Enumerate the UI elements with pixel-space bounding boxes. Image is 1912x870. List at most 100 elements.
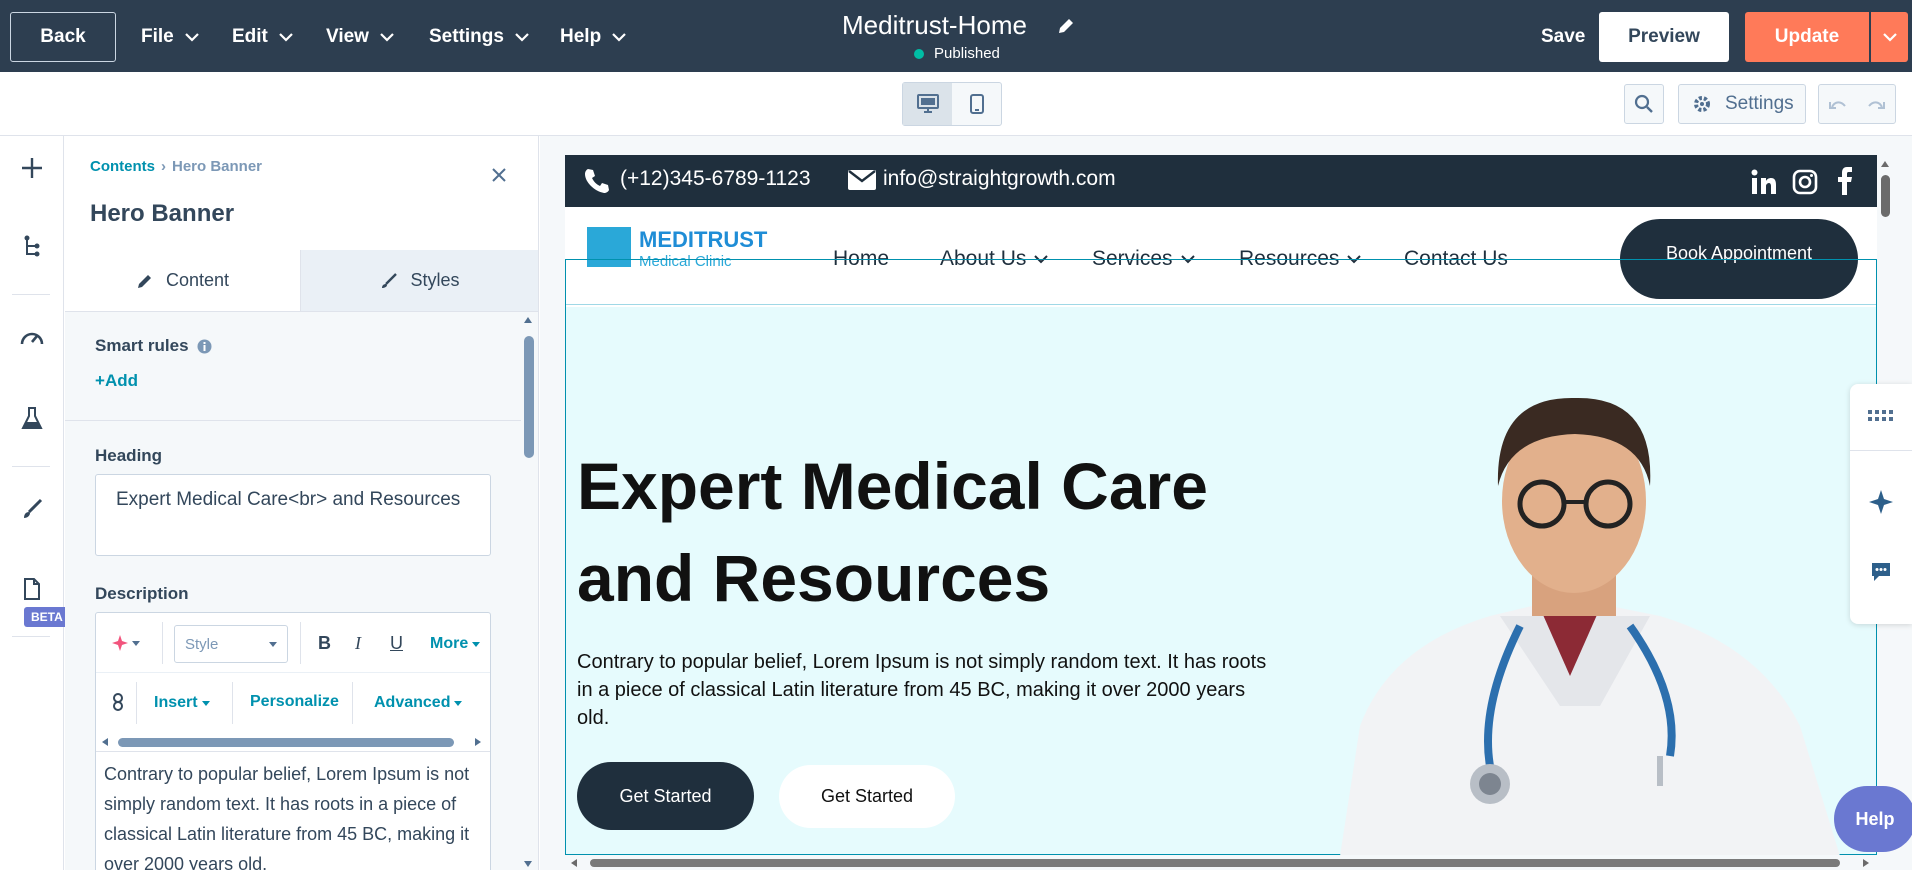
nav-contact-us[interactable]: Contact Us [1404, 247, 1508, 271]
site-email[interactable]: info@straightgrowth.com [883, 167, 1116, 191]
caret-down-icon [454, 700, 463, 706]
rail-divider [12, 636, 50, 637]
nav-services[interactable]: Services [1092, 247, 1195, 271]
chevron-down-icon [612, 33, 626, 42]
nav-resources[interactable]: Resources [1239, 247, 1362, 271]
site-logo[interactable]: MEDITRUST [639, 227, 767, 253]
redo-button[interactable] [1857, 85, 1895, 123]
design-button[interactable] [0, 498, 64, 520]
flask-icon [21, 407, 43, 429]
site-phone[interactable]: (+12)345-6789-1123 [620, 167, 811, 191]
canvas-horizontal-thumb[interactable] [590, 859, 1840, 867]
panel-scroll-thumb[interactable] [524, 336, 534, 458]
update-options-button[interactable] [1871, 12, 1908, 62]
linkedin-icon[interactable] [1751, 169, 1777, 195]
heading-input[interactable]: Expert Medical Care<br> and Resources [95, 474, 491, 556]
back-button[interactable]: Back [10, 12, 116, 62]
underline-button[interactable]: U [390, 633, 403, 654]
menu-file[interactable]: File [141, 26, 200, 48]
pencil-icon[interactable] [1056, 16, 1076, 36]
preview-button[interactable]: Preview [1599, 12, 1729, 62]
hero-primary-button[interactable]: Get Started [577, 762, 754, 830]
description-editor[interactable]: Contrary to popular belief, Lorem Ipsum … [104, 759, 484, 870]
nav-about-us[interactable]: About Us [940, 247, 1049, 271]
chevron-down-icon [279, 33, 293, 42]
style-dropdown[interactable]: Style [174, 625, 288, 663]
instagram-icon[interactable] [1792, 169, 1818, 195]
right-side-tools [1850, 384, 1912, 624]
tools-divider [1850, 450, 1912, 451]
panel-header: Contents › Hero Banner Hero Banner [65, 136, 538, 250]
site-logo-mark [587, 227, 631, 267]
save-button[interactable]: Save [1541, 26, 1585, 48]
test-button[interactable] [0, 406, 64, 430]
document-icon [24, 578, 40, 600]
ai-assistant-button[interactable] [1850, 490, 1912, 514]
ai-assist-button[interactable] [112, 635, 140, 651]
rte-horizontal-scrollbar[interactable] [96, 733, 490, 751]
mobile-view-button[interactable] [952, 83, 1001, 125]
add-smart-rule-link[interactable]: +Add [95, 371, 138, 391]
phone-icon [585, 169, 609, 193]
rte-scroll-thumb[interactable] [118, 738, 454, 747]
link-icon[interactable] [112, 693, 124, 711]
italic-button[interactable]: I [355, 633, 361, 654]
facebook-icon[interactable] [1837, 167, 1853, 195]
tab-styles[interactable]: Styles [301, 250, 538, 311]
caret-down-icon [269, 642, 277, 647]
hero-description[interactable]: Contrary to popular belief, Lorem Ipsum … [577, 648, 1277, 732]
menu-edit[interactable]: Edit [232, 26, 294, 48]
layers-button[interactable] [0, 234, 64, 258]
search-button[interactable] [1624, 84, 1664, 124]
smart-rules-label: Smart rules [95, 336, 212, 356]
insert-button[interactable]: Insert [154, 694, 210, 712]
info-icon[interactable] [197, 339, 212, 354]
page-title: Meditrust-Home [842, 10, 1027, 40]
undo-button[interactable] [1819, 85, 1857, 123]
menu-view[interactable]: View [326, 26, 395, 48]
menu-settings[interactable]: Settings [429, 26, 530, 48]
toolbar-separator [300, 622, 301, 664]
tab-content[interactable]: Content [65, 250, 301, 311]
bold-button[interactable]: B [318, 633, 331, 654]
desktop-view-button[interactable] [903, 83, 952, 125]
editor-topbar: Back File Edit View Settings Help Meditr… [0, 0, 1912, 72]
chevron-down-icon [515, 33, 529, 42]
personalize-button[interactable]: Personalize [250, 693, 339, 711]
hero-heading[interactable]: Expert Medical Care and Resources [577, 440, 1297, 624]
scroll-left-icon [571, 859, 577, 867]
scroll-right-icon [1863, 859, 1869, 867]
hero-secondary-button[interactable]: Get Started [779, 765, 955, 828]
canvas-vertical-thumb[interactable] [1881, 175, 1890, 217]
help-button[interactable]: Help [1834, 786, 1912, 852]
search-icon [1634, 94, 1653, 113]
heading-label: Heading [95, 446, 163, 465]
gear-icon [1694, 96, 1710, 112]
toolbar-separator [232, 682, 233, 724]
chevron-down-icon [1034, 254, 1049, 263]
comments-button[interactable] [1850, 562, 1912, 582]
brush-icon [382, 272, 398, 288]
undo-redo-group [1818, 84, 1896, 124]
close-icon[interactable] [490, 166, 508, 184]
pages-button[interactable] [0, 578, 64, 600]
chevron-down-icon [1347, 254, 1362, 263]
breadcrumb-contents-link[interactable]: Contents [90, 158, 155, 175]
add-module-button[interactable] [0, 156, 64, 180]
rail-divider [12, 294, 50, 295]
menu-help[interactable]: Help [560, 26, 627, 48]
book-appointment-button[interactable]: Book Appointment [1620, 219, 1858, 299]
keyboard-shortcuts-button[interactable] [1850, 410, 1912, 422]
sparkle-icon [1869, 490, 1893, 514]
optimize-button[interactable] [0, 328, 64, 346]
nav-home[interactable]: Home [833, 247, 889, 271]
settings-button[interactable]: Settings [1678, 84, 1806, 124]
toolbar-separator [352, 682, 353, 724]
doctor-image [1340, 397, 1840, 856]
redo-icon [1868, 101, 1885, 109]
more-button[interactable]: More [430, 635, 481, 653]
site-navbar: MEDITRUST Medical Clinic Home About Us S… [565, 207, 1877, 307]
update-button[interactable]: Update [1745, 12, 1869, 62]
keyboard-icon [1868, 410, 1893, 421]
advanced-button[interactable]: Advanced [374, 694, 463, 712]
